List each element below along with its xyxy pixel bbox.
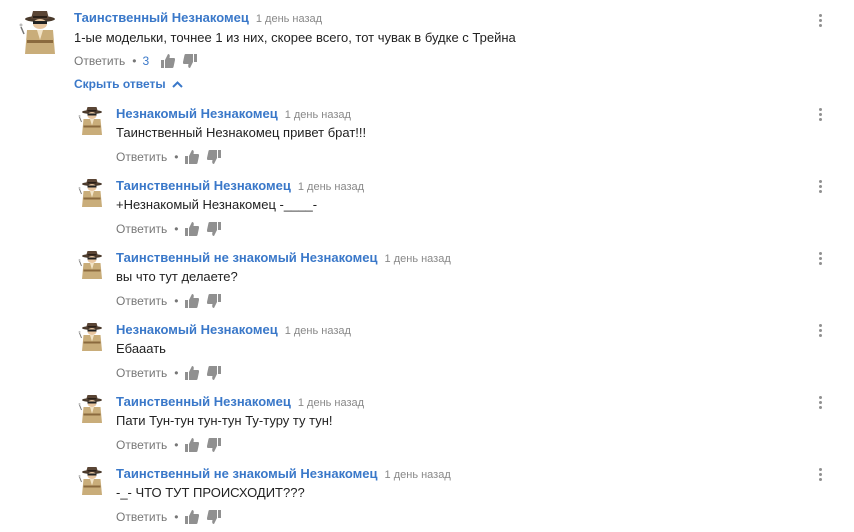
reply-text: +Незнакомый Незнакомец -____- (116, 197, 318, 212)
thumb-up-icon[interactable] (184, 222, 199, 236)
more-vert-icon[interactable] (816, 324, 824, 340)
reply-text: Таинственный Незнакомец привет брат!!! (116, 125, 367, 140)
reply-author[interactable]: Незнакомый Незнакомец (116, 106, 278, 121)
separator-dot: • (132, 54, 137, 68)
comment-time[interactable]: 1 день назад (256, 13, 322, 25)
thumb-down-icon[interactable] (206, 366, 221, 380)
more-vert-icon[interactable] (816, 180, 824, 196)
reply-actions: Ответить • (116, 509, 221, 525)
spy-detective-avatar[interactable] (75, 250, 105, 280)
more-vert-icon[interactable] (816, 14, 824, 30)
reply-actions: Ответить • (116, 365, 221, 381)
reply-time[interactable]: 1 день назад (285, 325, 351, 337)
reply-time[interactable]: 1 день назад (385, 469, 451, 481)
separator-dot: • (174, 366, 179, 380)
reply-button[interactable]: Ответить (116, 150, 167, 164)
thumb-up-icon[interactable] (184, 438, 199, 452)
thumb-down-icon[interactable] (206, 510, 221, 524)
reply-text: -_- ЧТО ТУТ ПРОИСХОДИТ??? (116, 485, 305, 500)
spy-detective-avatar[interactable] (75, 394, 105, 424)
thumb-down-icon[interactable] (206, 294, 221, 308)
reply-time[interactable]: 1 день назад (385, 253, 451, 265)
thumb-down-icon[interactable] (206, 222, 221, 236)
separator-dot: • (174, 438, 179, 452)
reply-author[interactable]: Незнакомый Незнакомец (116, 322, 278, 337)
reply-comment: Таинственный не знакомый Незнакомец 1 ден… (0, 248, 854, 316)
thumb-down-icon[interactable] (206, 150, 221, 164)
spy-detective-avatar[interactable] (75, 178, 105, 208)
reply-header: Таинственный Незнакомец 1 день назад (116, 394, 364, 411)
comment-thread: Таинственный Незнакомец 1 день назад 1-ые… (0, 0, 854, 74)
reply-text: вы что тут делаете? (116, 269, 238, 284)
reply-author[interactable]: Таинственный Незнакомец (116, 394, 291, 409)
like-count: 3 (142, 54, 150, 68)
reply-author[interactable]: Таинственный Незнакомец (116, 178, 291, 193)
reply-actions: Ответить • (116, 437, 221, 453)
separator-dot: • (174, 222, 179, 236)
reply-header: Незнакомый Незнакомец 1 день назад (116, 322, 351, 339)
reply-button[interactable]: Ответить (116, 510, 167, 524)
reply-author[interactable]: Таинственный не знакомый Незнакомец (116, 466, 378, 481)
thumb-up-icon[interactable] (184, 150, 199, 164)
reply-comment: Таинственный не знакомый Незнакомец 1 ден… (0, 464, 854, 532)
reply-text: Пати Тун-тун тун-тун Ту-туру ту тун! (116, 413, 333, 428)
spy-detective-avatar[interactable] (75, 322, 105, 352)
comment-text: 1-ые модельки, точнее 1 из них, скорее в… (74, 30, 516, 45)
reply-header: Незнакомый Незнакомец 1 день назад (116, 106, 351, 123)
reply-header: Таинственный Незнакомец 1 день назад (116, 178, 364, 195)
reply-time[interactable]: 1 день назад (298, 181, 364, 193)
separator-dot: • (174, 294, 179, 308)
reply-header: Таинственный не знакомый Незнакомец 1 ден… (116, 466, 451, 483)
reply-comment: Таинственный Незнакомец 1 день назад Пати… (0, 392, 854, 460)
reply-actions: Ответить • (116, 293, 221, 309)
more-vert-icon[interactable] (816, 252, 824, 268)
comment-actions: Ответить • 3 (74, 53, 198, 69)
reply-time[interactable]: 1 день назад (298, 397, 364, 409)
chevron-up-icon (171, 80, 183, 88)
spy-detective-avatar[interactable] (75, 106, 105, 136)
thumb-up-icon[interactable] (161, 54, 176, 68)
reply-author[interactable]: Таинственный не знакомый Незнакомец (116, 250, 378, 265)
thumb-up-icon[interactable] (184, 510, 199, 524)
more-vert-icon[interactable] (816, 468, 824, 484)
thumb-down-icon[interactable] (206, 438, 221, 452)
hide-replies-label: Скрыть ответы (74, 77, 166, 91)
hide-replies-button[interactable]: Скрыть ответы (74, 77, 183, 91)
reply-text: Ебааать (116, 341, 166, 356)
spy-detective-avatar[interactable] (75, 466, 105, 496)
thumb-down-icon[interactable] (183, 54, 198, 68)
reply-button[interactable]: Ответить (116, 294, 167, 308)
separator-dot: • (174, 150, 179, 164)
separator-dot: • (174, 510, 179, 524)
comment-author[interactable]: Таинственный Незнакомец (74, 10, 249, 25)
reply-header: Таинственный не знакомый Незнакомец 1 ден… (116, 250, 451, 267)
thumb-up-icon[interactable] (184, 294, 199, 308)
reply-button[interactable]: Ответить (116, 222, 167, 236)
reply-comment: Незнакомый Незнакомец 1 день назад Ебааат… (0, 320, 854, 388)
reply-button[interactable]: Ответить (116, 366, 167, 380)
comment-header: Таинственный Незнакомец 1 день назад (74, 10, 322, 27)
reply-actions: Ответить • (116, 221, 221, 237)
thumb-up-icon[interactable] (184, 366, 199, 380)
reply-actions: Ответить • (116, 149, 221, 165)
spy-detective-avatar[interactable] (14, 10, 60, 56)
reply-comment: Незнакомый Незнакомец 1 день назад Таинст… (0, 104, 854, 172)
more-vert-icon[interactable] (816, 108, 824, 124)
reply-button[interactable]: Ответить (116, 438, 167, 452)
reply-time[interactable]: 1 день назад (285, 109, 351, 121)
reply-button[interactable]: Ответить (74, 54, 125, 68)
more-vert-icon[interactable] (816, 396, 824, 412)
reply-comment: Таинственный Незнакомец 1 день назад +Нез… (0, 176, 854, 244)
